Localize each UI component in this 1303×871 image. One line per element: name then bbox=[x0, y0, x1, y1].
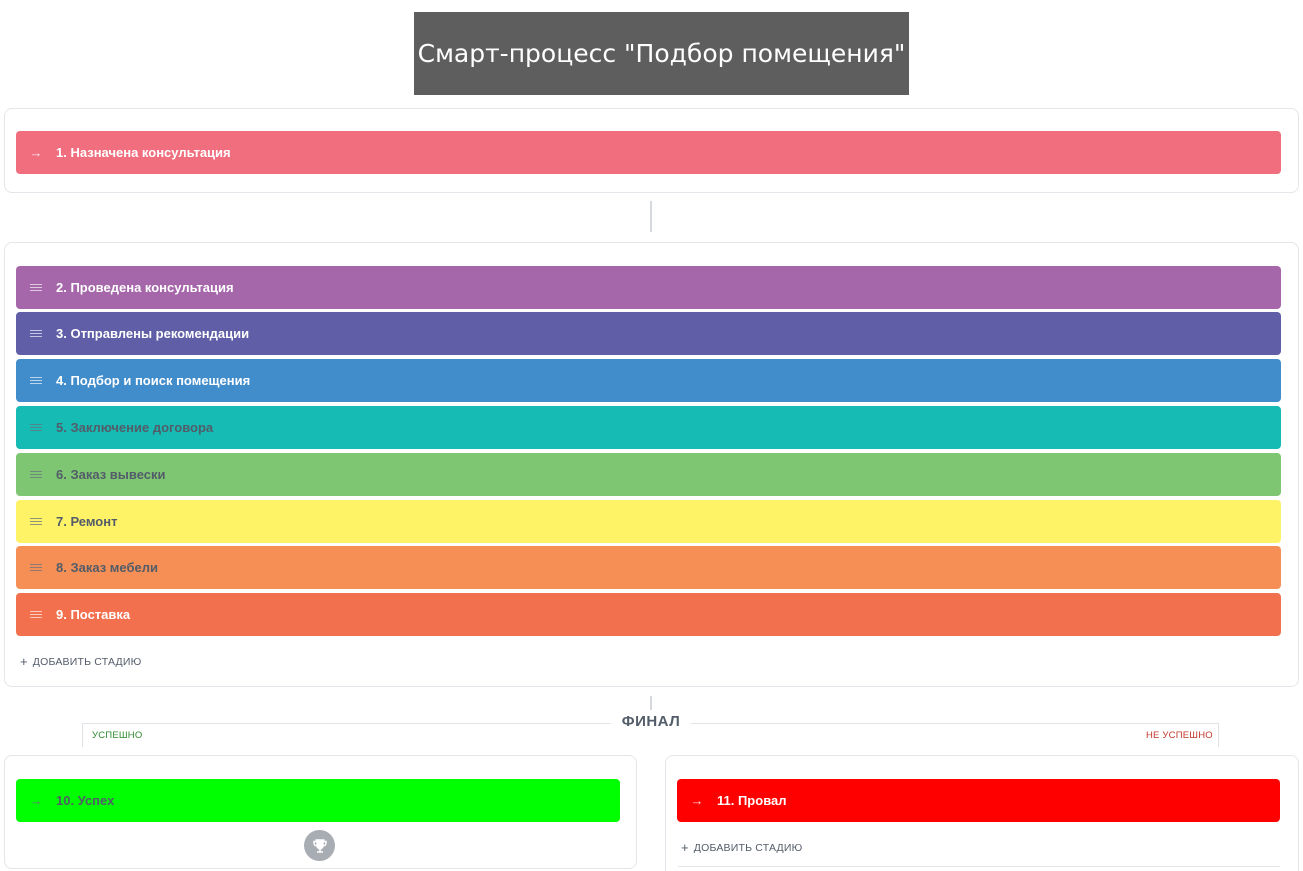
fail-tag: НЕ УСПЕШНО bbox=[1146, 730, 1213, 741]
stage-1[interactable]: → 1. Назначена консультация bbox=[16, 131, 1281, 174]
stage-label: 7. Ремонт bbox=[56, 514, 118, 529]
initial-stage-panel: → 1. Назначена консультация bbox=[4, 108, 1299, 193]
pipeline-settings: Смарт-процесс "Подбор помещения" → 1. На… bbox=[0, 0, 1303, 871]
stage-9[interactable]: 9. Поставка bbox=[16, 593, 1281, 636]
drag-handle-icon[interactable] bbox=[29, 424, 43, 431]
process-stages-panel: 2. Проведена консультация 3. Отправлены … bbox=[4, 242, 1299, 687]
stage-label: 6. Заказ вывески bbox=[56, 467, 166, 482]
final-heading: ФИНАЛ bbox=[611, 713, 691, 733]
drag-handle-icon[interactable] bbox=[29, 377, 43, 384]
drag-handle-icon[interactable] bbox=[29, 330, 43, 337]
stage-3[interactable]: 3. Отправлены рекомендации bbox=[16, 312, 1281, 355]
stage-label: 9. Поставка bbox=[56, 607, 131, 622]
stage-5[interactable]: 5. Заключение договора bbox=[16, 406, 1281, 449]
stage-label: 3. Отправлены рекомендации bbox=[56, 326, 250, 341]
add-stage-button[interactable]: + ДОБАВИТЬ СТАДИЮ bbox=[681, 840, 802, 855]
stage-6[interactable]: 6. Заказ вывески bbox=[16, 453, 1281, 496]
add-stage-label: ДОБАВИТЬ СТАДИЮ bbox=[32, 655, 142, 668]
divider bbox=[678, 866, 1280, 867]
stage-label: 10. Успех bbox=[56, 793, 115, 808]
success-tag: УСПЕШНО bbox=[92, 730, 143, 741]
drag-handle-icon[interactable] bbox=[29, 471, 43, 478]
fail-panel: → 11. Провал + ДОБАВИТЬ СТАДИЮ bbox=[665, 755, 1299, 871]
stage-7[interactable]: 7. Ремонт bbox=[16, 500, 1281, 543]
stage-8[interactable]: 8. Заказ мебели bbox=[16, 546, 1281, 589]
stage-11[interactable]: → 11. Провал bbox=[677, 779, 1280, 822]
stage-label: 2. Проведена консультация bbox=[56, 280, 234, 295]
stage-label: 11. Провал bbox=[717, 793, 787, 808]
drag-handle-icon[interactable] bbox=[29, 611, 43, 618]
drag-handle-icon[interactable] bbox=[29, 518, 43, 525]
plus-icon: + bbox=[20, 654, 28, 669]
add-stage-label: ДОБАВИТЬ СТАДИЮ bbox=[693, 841, 803, 854]
add-stage-button[interactable]: + ДОБАВИТЬ СТАДИЮ bbox=[20, 654, 141, 669]
drag-handle-icon[interactable] bbox=[29, 284, 43, 291]
page-title: Смарт-процесс "Подбор помещения" bbox=[414, 12, 909, 95]
connector-line bbox=[650, 696, 652, 710]
stage-label: 4. Подбор и поиск помещения bbox=[56, 373, 251, 388]
stage-label: 5. Заключение договора bbox=[56, 420, 214, 435]
drag-handle-icon[interactable] bbox=[29, 564, 43, 571]
plus-icon: + bbox=[681, 840, 689, 855]
stage-label: 8. Заказ мебели bbox=[56, 560, 158, 575]
arrow-right-icon: → bbox=[29, 793, 43, 808]
stage-2[interactable]: 2. Проведена консультация bbox=[16, 266, 1281, 309]
arrow-right-icon: → bbox=[29, 145, 43, 160]
stage-10[interactable]: → 10. Успех bbox=[16, 779, 620, 822]
stage-4[interactable]: 4. Подбор и поиск помещения bbox=[16, 359, 1281, 402]
trophy-icon bbox=[304, 830, 335, 861]
connector-line bbox=[650, 201, 652, 232]
arrow-right-icon: → bbox=[690, 793, 704, 808]
stage-label: 1. Назначена консультация bbox=[56, 145, 231, 160]
